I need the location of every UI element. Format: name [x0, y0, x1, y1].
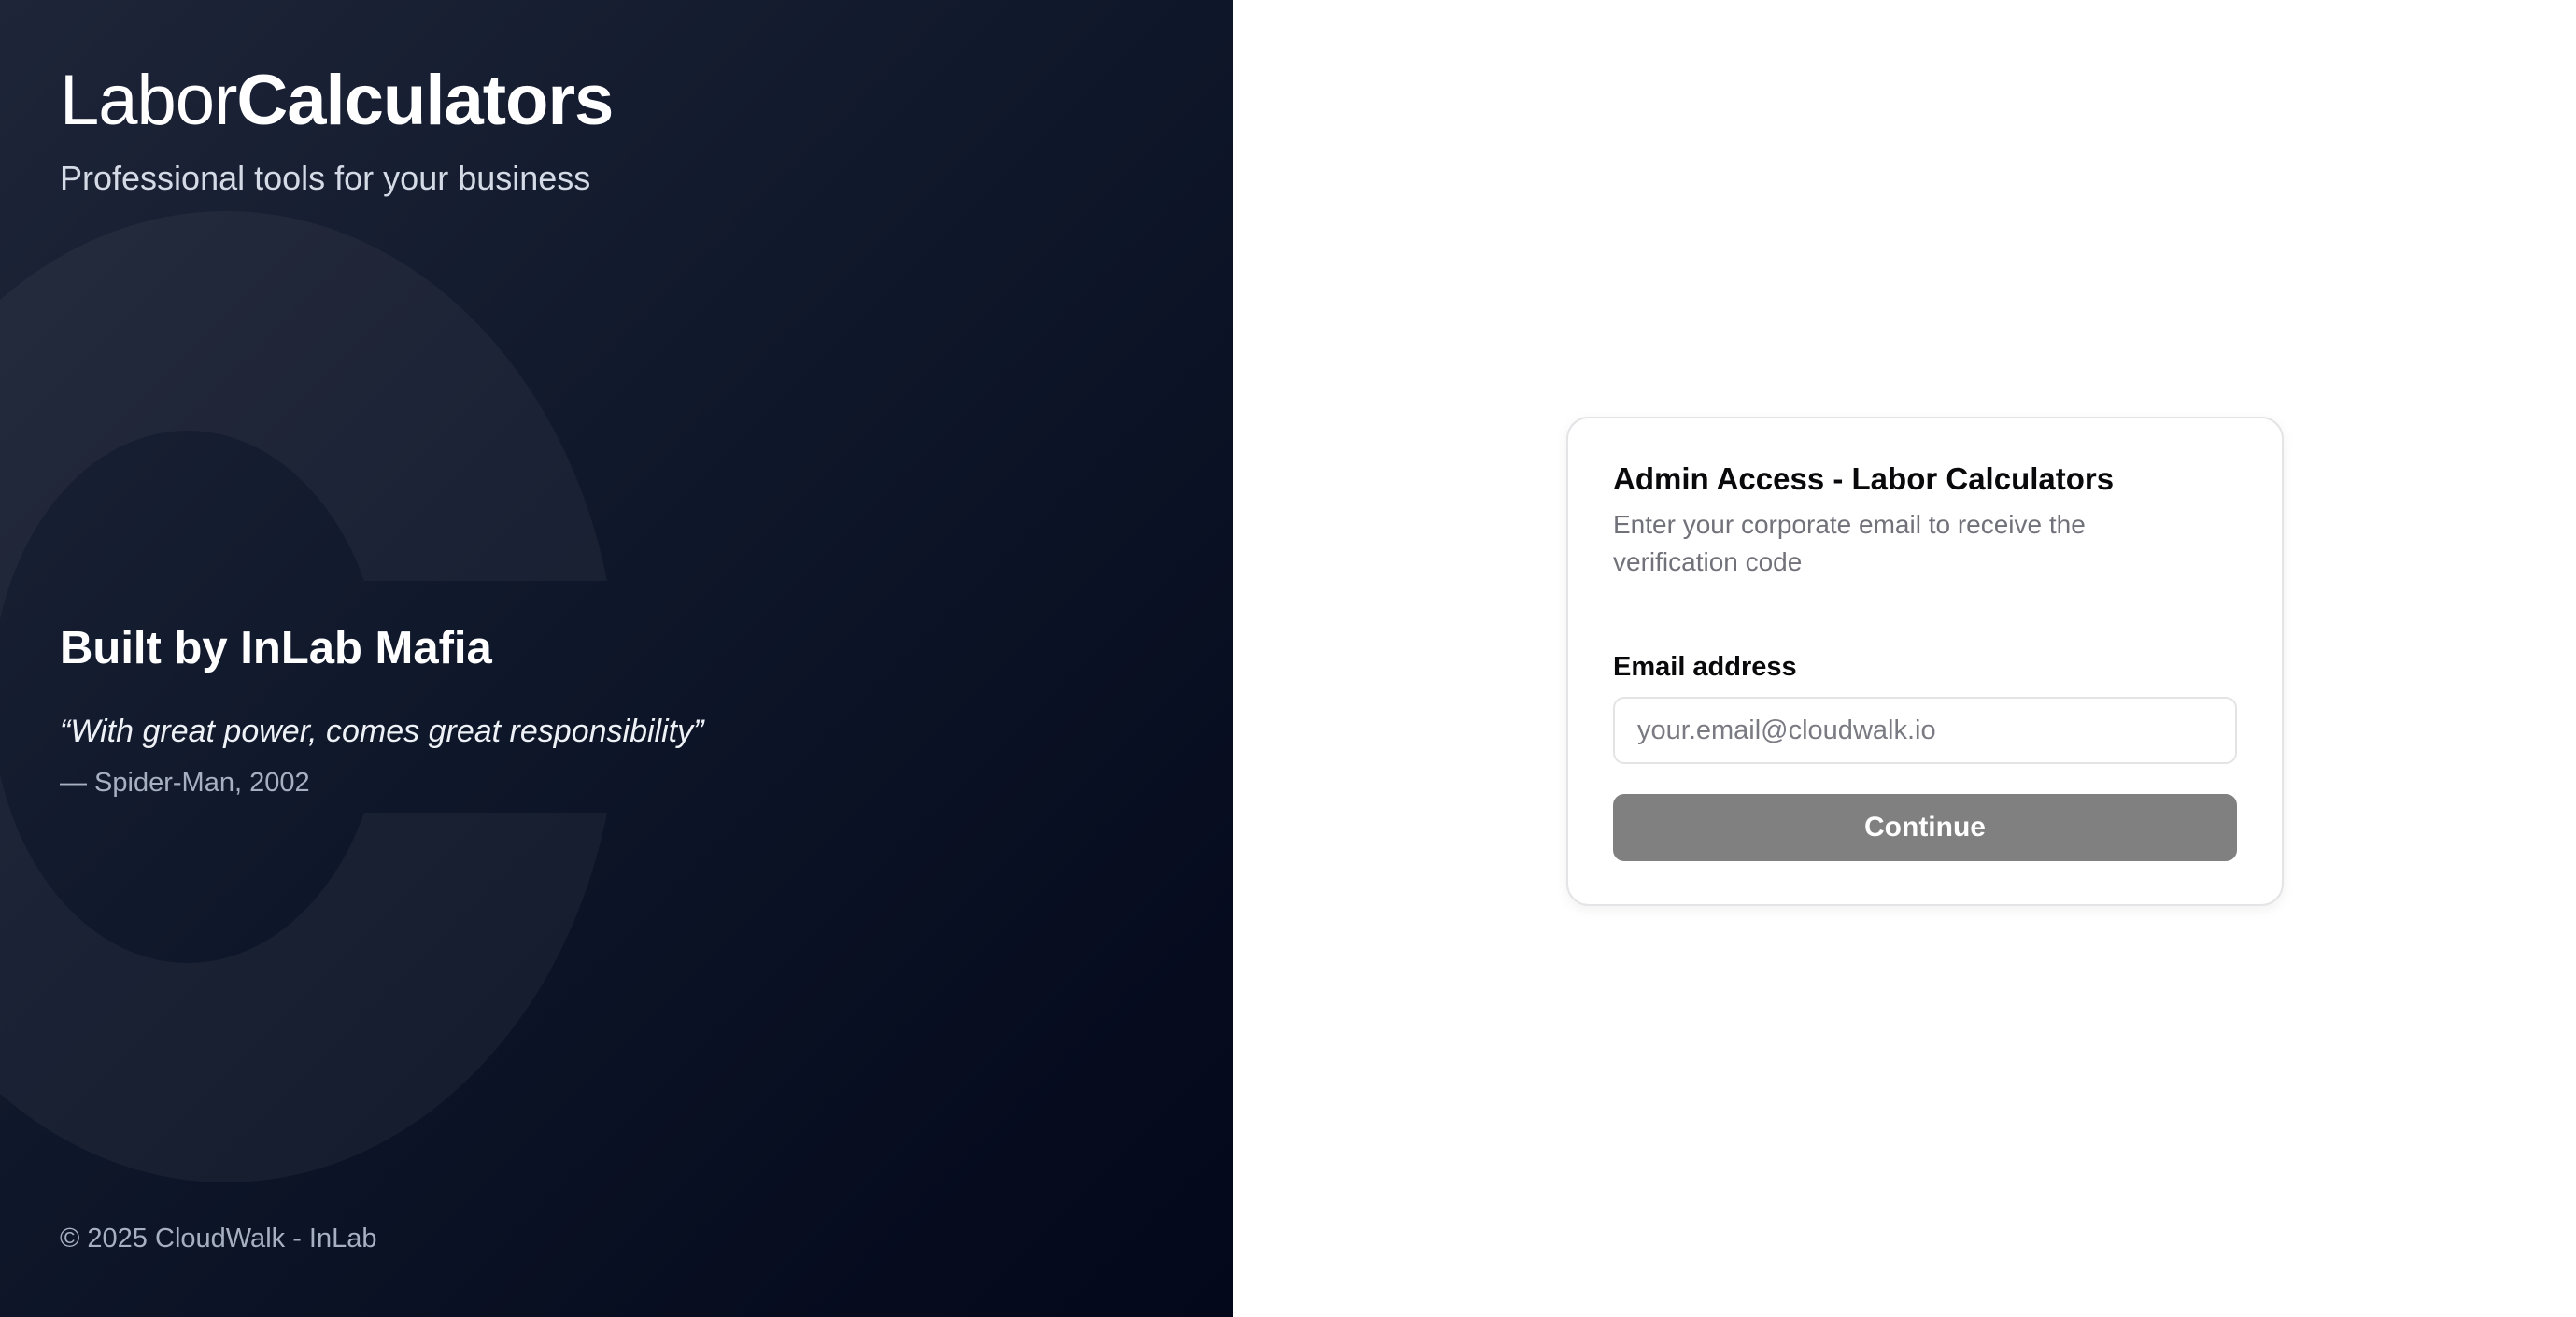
logo-text-light: Labor — [60, 61, 237, 140]
email-label: Email address — [1613, 652, 1797, 682]
form-panel: Admin Access - Labor Calculators Enter y… — [1233, 0, 2576, 1317]
tagline: Professional tools for your business — [60, 159, 591, 197]
quote-attribution: — Spider-Man, 2002 — [60, 768, 310, 798]
card-description: Enter your corporate email to receive th… — [1613, 510, 2086, 576]
logo-text-bold: Calculators — [236, 61, 614, 140]
brand-panel: LaborCalculators Professional tools for … — [0, 0, 1233, 1317]
background-letter-c-icon — [0, 211, 607, 1182]
card-title: Admin Access - Labor Calculators — [1613, 461, 2115, 496]
app-logo: LaborCalculators — [60, 61, 614, 140]
login-card: Admin Access - Labor Calculators Enter y… — [1566, 417, 2284, 906]
continue-button[interactable]: Continue — [1613, 794, 2237, 861]
login-page: LaborCalculators Professional tools for … — [0, 0, 2576, 1317]
built-by-heading: Built by InLab Mafia — [60, 623, 492, 673]
copyright-text: © 2025 CloudWalk - InLab — [60, 1224, 377, 1253]
quote-text: “With great power, comes great responsib… — [60, 714, 704, 749]
email-input[interactable] — [1613, 697, 2237, 764]
